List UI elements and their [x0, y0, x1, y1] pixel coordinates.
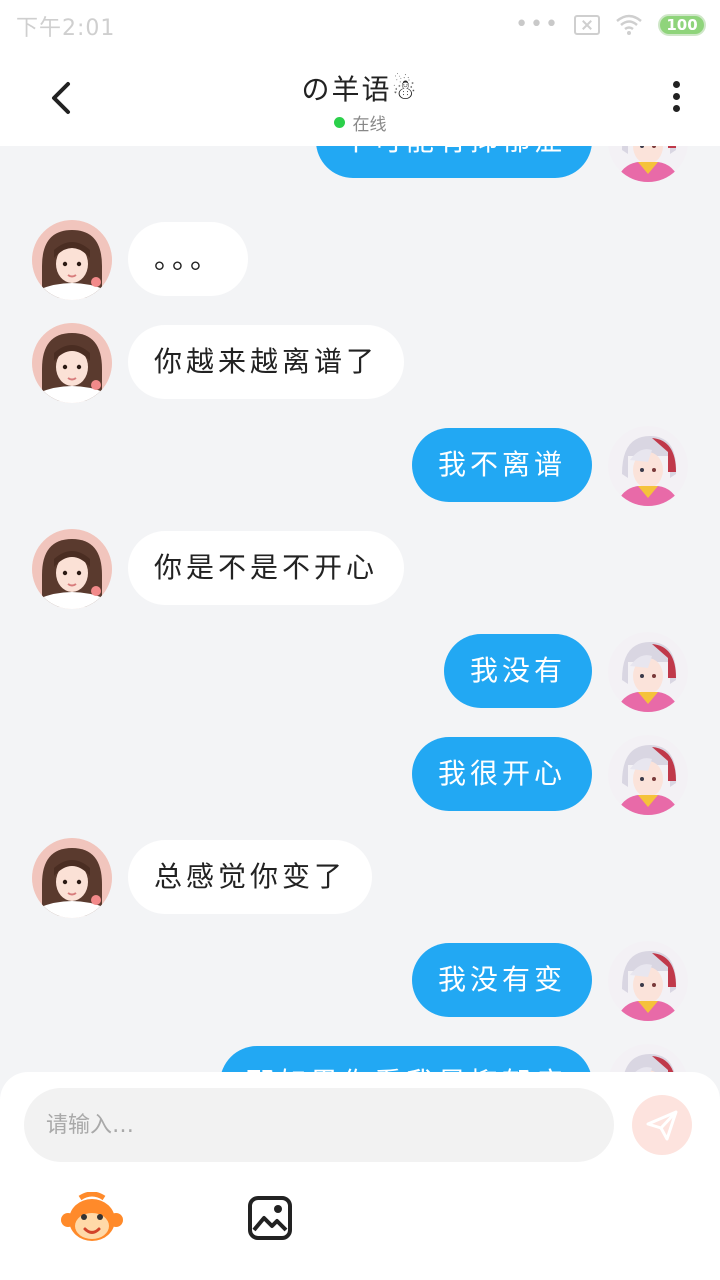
status-icons: ••• 100 [515, 12, 706, 37]
message-list[interactable]: 不可能有抑郁症。。。你越来越离谱了我不离谱你是不是不开心我没有我很开心总感觉你变… [0, 146, 720, 1072]
message-row: 我没有变 [0, 941, 720, 1021]
page-title: の羊语☃ [301, 73, 419, 106]
sent-message-bubble[interactable]: 不可能有抑郁症 [315, 146, 592, 178]
online-status-label: 在线 [352, 115, 387, 135]
no-sim-icon [574, 14, 600, 35]
message-row: 我没有 [0, 632, 720, 712]
sent-message-bubble[interactable]: 我很开心 [411, 737, 592, 811]
my-avatar[interactable] [608, 941, 688, 1021]
image-icon [248, 1196, 292, 1240]
message-row: 我不离谱 [0, 426, 720, 506]
message-row: 。。。 [0, 220, 720, 300]
status-bar: 下午2:01 ••• 100 [0, 0, 720, 50]
battery-indicator: 100 [658, 13, 706, 36]
signal-dots-icon: ••• [515, 12, 560, 37]
input-panel [0, 1072, 720, 1280]
received-message-bubble[interactable]: 总感觉你变了 [128, 840, 373, 914]
status-time: 下午2:01 [16, 16, 116, 41]
message-input[interactable] [24, 1088, 614, 1162]
my-avatar[interactable] [608, 632, 688, 712]
sent-message-bubble[interactable]: 我没有 [443, 634, 592, 708]
contact-avatar[interactable] [32, 323, 112, 403]
my-avatar[interactable] [608, 1044, 688, 1072]
message-row: 总感觉你变了 [0, 838, 720, 918]
emoji-button[interactable] [60, 1191, 124, 1244]
online-dot-icon [333, 117, 345, 128]
received-message-bubble[interactable]: 你是不是不开心 [128, 531, 405, 605]
sent-message-bubble[interactable]: 我不离谱 [411, 428, 592, 502]
sent-message-bubble[interactable]: 我没有变 [411, 943, 592, 1017]
contact-avatar[interactable] [32, 838, 112, 918]
monkey-emoji-icon [61, 1191, 123, 1241]
my-avatar[interactable] [608, 146, 688, 182]
message-row: 不可能有抑郁症 [0, 146, 720, 182]
my-avatar[interactable] [608, 735, 688, 815]
message-row: 我很开心 [0, 735, 720, 815]
online-status: 在线 [0, 110, 720, 135]
message-row: 你越来越离谱了 [0, 323, 720, 403]
received-message-bubble[interactable]: 。。。 [128, 222, 249, 296]
contact-avatar[interactable] [32, 529, 112, 609]
my-avatar[interactable] [608, 426, 688, 506]
more-options-button[interactable] [664, 76, 688, 120]
chat-title-area: の羊语☃ 在线 [0, 68, 720, 135]
sent-message-bubble[interactable]: 那如果你看我是抑郁症 [219, 1046, 592, 1072]
image-picker-button[interactable] [246, 1194, 294, 1242]
contact-avatar[interactable] [32, 220, 112, 300]
send-icon [646, 1110, 678, 1141]
chat-header: の羊语☃ 在线 [0, 50, 720, 146]
message-row: 你是不是不开心 [0, 529, 720, 609]
send-button[interactable] [632, 1095, 692, 1155]
message-row: 那如果你看我是抑郁症 [0, 1044, 720, 1072]
received-message-bubble[interactable]: 你越来越离谱了 [128, 325, 405, 399]
wifi-icon [616, 14, 642, 35]
